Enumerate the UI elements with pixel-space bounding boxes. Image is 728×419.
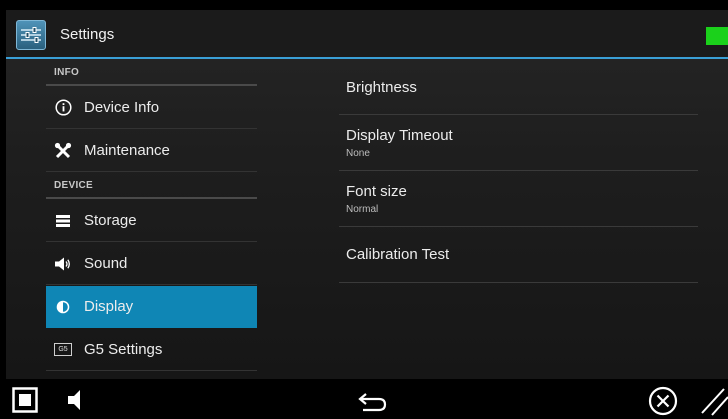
- back-icon: [358, 393, 387, 412]
- sidebar-item-storage[interactable]: Storage: [46, 200, 257, 242]
- resize-handle[interactable]: [698, 385, 728, 417]
- sidebar-item-label: Device Info: [84, 99, 160, 116]
- display-settings-list: Brightness Display Timeout None Font siz…: [339, 59, 698, 299]
- volume-icon: [68, 390, 80, 410]
- back-button[interactable]: [351, 387, 391, 415]
- close-icon: [648, 386, 678, 416]
- g5-icon-label: G5: [54, 343, 72, 356]
- header-info: INFO: [46, 59, 257, 86]
- setting-title: Font size: [346, 183, 407, 200]
- font-size-setting[interactable]: Font size Normal: [339, 171, 698, 227]
- storage-icon: [54, 212, 72, 230]
- close-button[interactable]: [647, 385, 679, 417]
- settings-categories: INFO Device Info Maintenance DEVICE Stor…: [46, 59, 257, 379]
- g5-icon: G5: [54, 341, 72, 359]
- brightness-setting[interactable]: Brightness: [339, 59, 698, 115]
- sidebar-item-sound[interactable]: Sound: [46, 243, 257, 285]
- stop-icon: [12, 387, 38, 413]
- sidebar-item-label: Storage: [84, 212, 137, 229]
- stop-button[interactable]: [12, 387, 38, 413]
- sidebar-item-label: Sound: [84, 255, 128, 272]
- sidebar-item-device-info[interactable]: Device Info: [46, 87, 257, 129]
- sidebar-item-label: Display: [84, 298, 134, 315]
- resize-icon: [701, 388, 728, 416]
- display-timeout-setting[interactable]: Display Timeout None: [339, 115, 698, 171]
- sidebar-item-maintenance[interactable]: Maintenance: [46, 130, 257, 172]
- setting-title: Display Timeout: [346, 127, 453, 144]
- display-icon: [54, 298, 72, 316]
- setting-summary: None: [346, 148, 370, 159]
- sidebar-item-label: Maintenance: [84, 142, 170, 159]
- settings-window: Settings INFO Device Info Maintenance DE…: [6, 10, 728, 379]
- setting-title: Brightness: [346, 79, 417, 96]
- setting-summary: Normal: [346, 204, 379, 215]
- tools-icon: [54, 142, 72, 160]
- sidebar-item-display[interactable]: Display: [46, 286, 257, 328]
- sidebar-item-g5-settings[interactable]: G5 G5 Settings: [46, 329, 257, 371]
- page-title: Settings: [60, 26, 115, 43]
- sliders-icon: [21, 27, 41, 43]
- header-device: DEVICE: [46, 172, 257, 199]
- calibration-test-setting[interactable]: Calibration Test: [339, 227, 698, 283]
- settings-app-icon[interactable]: [16, 20, 46, 50]
- navigation-bar: [0, 379, 728, 419]
- sidebar-item-label: G5 Settings: [84, 341, 163, 358]
- speaker-icon: [54, 255, 72, 273]
- status-indicator: [706, 27, 728, 45]
- action-bar: Settings: [6, 10, 728, 59]
- setting-title: Calibration Test: [346, 246, 450, 263]
- volume-button[interactable]: [64, 387, 88, 413]
- info-icon: [54, 99, 72, 117]
